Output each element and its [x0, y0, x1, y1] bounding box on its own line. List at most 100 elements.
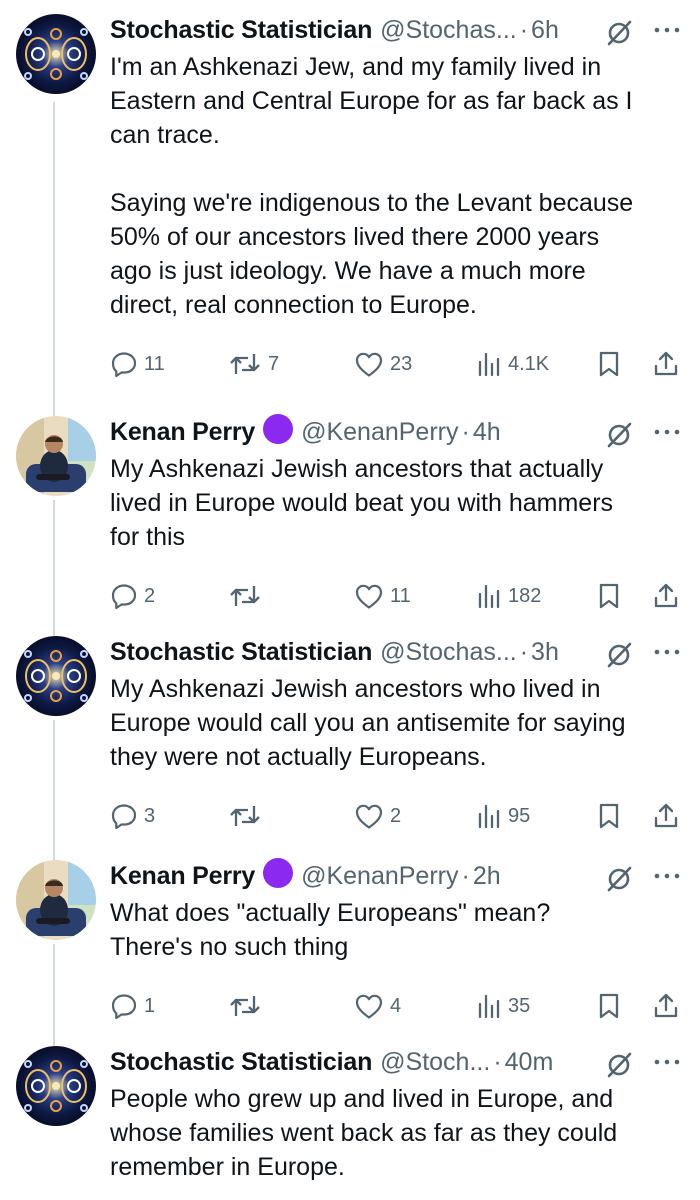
more-icon[interactable]	[652, 20, 682, 40]
reply-count: 2	[144, 584, 156, 607]
author-name[interactable]: Stochastic Statistician	[110, 1048, 372, 1076]
reply-count: 1	[144, 994, 156, 1017]
share-button[interactable]	[652, 796, 680, 836]
repost-button[interactable]	[228, 796, 268, 836]
author-name[interactable]: Kenan Perry	[110, 862, 255, 890]
more-icon[interactable]	[652, 642, 682, 662]
fractal-avatar[interactable]	[16, 14, 96, 94]
author-handle[interactable]: @KenanPerry	[301, 862, 458, 890]
bookmark-button[interactable]	[596, 576, 622, 616]
share-icon	[652, 802, 680, 830]
repost-button[interactable]: 7	[228, 344, 279, 384]
tweet-actions: 1 4 35	[110, 986, 690, 1026]
author-handle[interactable]: @Stoch...	[380, 1048, 490, 1076]
repost-button[interactable]	[228, 986, 268, 1026]
thread-line	[53, 720, 55, 860]
views-count: 182	[508, 584, 542, 607]
timestamp[interactable]: 3h	[531, 638, 559, 666]
fractal-avatar[interactable]	[16, 636, 96, 716]
author-handle[interactable]: @Stochas...	[380, 16, 517, 44]
views-button[interactable]: 182	[476, 576, 541, 616]
share-icon	[652, 992, 680, 1020]
reply-icon	[110, 802, 138, 830]
reply-count: 11	[144, 352, 165, 375]
tweet-actions: 2 11 182	[110, 576, 690, 616]
reply-button[interactable]: 11	[110, 344, 165, 384]
timestamp[interactable]: 4h	[473, 418, 501, 446]
tweet-header: Kenan Perry @KenanPerry · 2h	[110, 857, 690, 898]
bookmark-icon	[596, 802, 622, 830]
more-icon[interactable]	[652, 866, 682, 886]
tweet-header: Kenan Perry @KenanPerry · 4h	[110, 413, 690, 454]
grok-icon[interactable]	[604, 640, 634, 670]
reply-button[interactable]: 3	[110, 796, 155, 836]
grok-icon[interactable]	[604, 1050, 634, 1080]
views-icon	[476, 582, 502, 610]
grok-icon[interactable]	[604, 18, 634, 48]
share-button[interactable]	[652, 576, 680, 616]
thread-line	[53, 500, 55, 640]
timestamp[interactable]: 40m	[505, 1048, 554, 1076]
more-icon[interactable]	[652, 1052, 682, 1072]
views-button[interactable]: 4.1K	[476, 344, 549, 384]
tweet-text: People who grew up and lived in Europe, …	[110, 1085, 618, 1181]
more-icon[interactable]	[652, 422, 682, 442]
tweet-text: I'm an Ashkenazi Jew, and my family live…	[110, 53, 634, 319]
bookmark-icon	[596, 992, 622, 1020]
tweet-text: My Ashkenazi Jewish ancestors that actua…	[110, 455, 614, 551]
like-count: 2	[390, 804, 402, 827]
author-name[interactable]: Stochastic Statistician	[110, 638, 372, 666]
separator: ·	[461, 862, 470, 890]
verified-badge	[263, 857, 294, 888]
person-avatar[interactable]	[16, 416, 96, 496]
bookmark-button[interactable]	[596, 986, 622, 1026]
tweet-text: My Ashkenazi Jewish ancestors who lived …	[110, 675, 626, 771]
like-icon	[354, 582, 384, 610]
thread-line	[53, 944, 55, 1050]
reply-icon	[110, 992, 138, 1020]
separator: ·	[493, 1048, 502, 1076]
like-button[interactable]: 11	[354, 576, 411, 616]
tweet-header: Stochastic Statistician @Stoch... · 40m	[110, 1044, 690, 1084]
person-avatar[interactable]	[16, 860, 96, 940]
like-button[interactable]: 4	[354, 986, 401, 1026]
share-icon	[652, 582, 680, 610]
author-name[interactable]: Stochastic Statistician	[110, 16, 372, 44]
tweet-text: What does "actually Europeans" mean? The…	[110, 899, 551, 961]
repost-icon	[228, 802, 262, 830]
like-count: 4	[390, 994, 402, 1017]
thread: Stochastic Statistician @Stochas... · 6h I'…	[0, 0, 700, 1200]
like-icon	[354, 802, 384, 830]
grok-icon[interactable]	[604, 420, 634, 450]
like-icon	[354, 350, 384, 378]
like-count: 23	[390, 352, 413, 375]
author-name[interactable]: Kenan Perry	[110, 418, 255, 446]
share-button[interactable]	[652, 344, 680, 384]
timestamp[interactable]: 6h	[531, 16, 559, 44]
like-icon	[354, 992, 384, 1020]
bookmark-button[interactable]	[596, 344, 622, 384]
timestamp[interactable]: 2h	[473, 862, 501, 890]
views-button[interactable]: 35	[476, 986, 530, 1026]
reply-button[interactable]: 1	[110, 986, 155, 1026]
fractal-avatar[interactable]	[16, 1046, 96, 1126]
share-button[interactable]	[652, 986, 680, 1026]
bookmark-icon	[596, 350, 622, 378]
separator: ·	[519, 16, 529, 44]
repost-count: 7	[268, 352, 280, 375]
views-icon	[476, 350, 502, 378]
repost-button[interactable]	[228, 576, 268, 616]
tweet-actions: 3 2 95	[110, 796, 690, 836]
views-button[interactable]: 95	[476, 796, 530, 836]
author-handle[interactable]: @Stochas...	[380, 638, 517, 666]
bookmark-button[interactable]	[596, 796, 622, 836]
grok-icon[interactable]	[604, 864, 634, 894]
bookmark-icon	[596, 582, 622, 610]
tweet-header: Stochastic Statistician @Stochas... · 6h	[110, 12, 690, 52]
reply-icon	[110, 582, 138, 610]
like-button[interactable]: 23	[354, 344, 412, 384]
reply-button[interactable]: 2	[110, 576, 155, 616]
author-handle[interactable]: @KenanPerry	[301, 418, 458, 446]
verified-badge	[263, 413, 294, 444]
like-button[interactable]: 2	[354, 796, 401, 836]
